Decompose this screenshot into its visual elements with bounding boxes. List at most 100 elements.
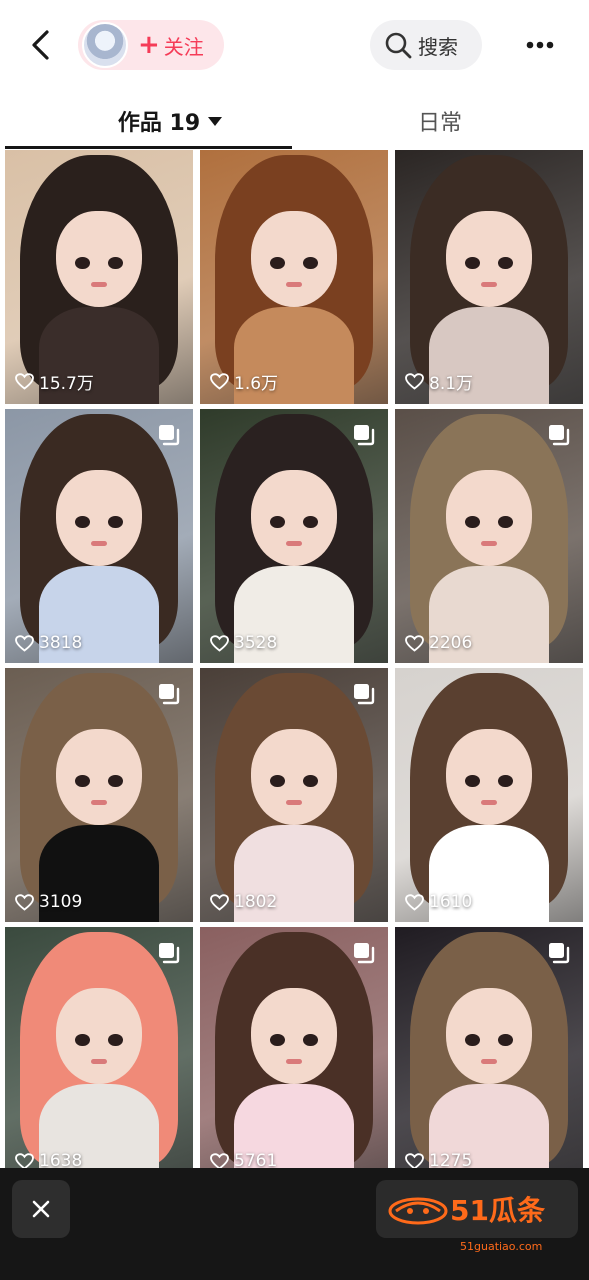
plus-icon: +: [138, 30, 160, 60]
tile-subject-face: [55, 987, 143, 1085]
search-icon: [385, 32, 412, 59]
tile-eye: [464, 256, 480, 270]
bottom-bar: 51瓜条 51guatiao.com: [0, 1168, 589, 1280]
video-tile[interactable]: 3818: [5, 409, 193, 663]
heart-icon: [210, 893, 229, 911]
tile-subject-face: [250, 728, 338, 826]
video-tile[interactable]: 3109: [5, 668, 193, 922]
tab-works[interactable]: 作品 19: [60, 92, 280, 150]
like-count-value: 1.6万: [234, 374, 279, 394]
like-count-value: 15.7万: [39, 374, 94, 394]
tile-mouth: [481, 1059, 497, 1065]
like-count: 3818: [15, 633, 82, 653]
tile-mouth: [286, 800, 302, 806]
tile-mouth: [286, 1059, 302, 1065]
like-count: 2206: [405, 633, 472, 653]
like-count: 3528: [210, 633, 277, 653]
video-tile[interactable]: 1638: [5, 927, 193, 1181]
tile-eye: [464, 1033, 480, 1047]
heart-icon: [210, 634, 229, 652]
heart-icon: [15, 373, 34, 390]
tab-bar: 作品 19 日常: [0, 92, 589, 150]
tile-eye: [269, 774, 285, 788]
heart-icon: [405, 893, 424, 911]
close-icon: [32, 1200, 50, 1218]
like-count: 1.6万: [210, 369, 278, 394]
video-tile[interactable]: 8.1万: [395, 150, 583, 404]
tile-subject-face: [445, 987, 533, 1085]
search-label: 搜索: [418, 34, 458, 59]
tile-mouth: [286, 541, 302, 547]
follow-button[interactable]: + 关注: [78, 20, 224, 70]
tab-daily[interactable]: 日常: [330, 92, 550, 150]
top-bar: + 关注 搜索: [0, 0, 589, 92]
heart-icon: [210, 1152, 229, 1170]
more-dots-icon: [526, 41, 554, 49]
tile-mouth: [91, 541, 107, 547]
like-count-value: 2206: [429, 633, 473, 653]
video-tile[interactable]: 1.6万: [200, 150, 388, 404]
like-count-value: 8.1万: [429, 374, 474, 394]
tile-subject-face: [250, 469, 338, 567]
video-tile[interactable]: 3528: [200, 409, 388, 663]
close-button[interactable]: [12, 1180, 70, 1238]
brand-text: 51瓜条: [450, 1194, 545, 1227]
tile-subject-face: [445, 728, 533, 826]
multi-image-icon: [354, 943, 375, 964]
tile-eye: [464, 774, 480, 788]
multi-image-icon: [354, 684, 375, 705]
tile-subject-face: [55, 469, 143, 567]
tile-mouth: [286, 282, 302, 288]
heart-icon: [405, 1152, 424, 1170]
tile-mouth: [481, 541, 497, 547]
tab-daily-label: 日常: [417, 111, 462, 136]
tile-mouth: [91, 282, 107, 288]
tile-subject-face: [250, 210, 338, 308]
tile-subject-face: [55, 728, 143, 826]
like-count-value: 1802: [234, 892, 278, 912]
multi-image-icon: [549, 943, 570, 964]
like-count: 1610: [405, 892, 472, 912]
heart-icon: [15, 893, 34, 911]
like-count-value: 1610: [429, 892, 473, 912]
tile-eye: [269, 1033, 285, 1047]
tile-subject-face: [445, 210, 533, 308]
like-count: 1802: [210, 892, 277, 912]
heart-icon: [405, 634, 424, 652]
brand-url: 51guatiao.com: [460, 1240, 543, 1253]
tile-eye: [74, 256, 90, 270]
like-count: 3109: [15, 892, 82, 912]
tile-subject-face: [445, 469, 533, 567]
brand-logo-icon: [388, 1197, 448, 1225]
like-count-value: 3818: [39, 633, 83, 653]
tile-mouth: [91, 1059, 107, 1065]
avatar[interactable]: [82, 22, 128, 68]
video-tile[interactable]: 2206: [395, 409, 583, 663]
multi-image-icon: [159, 425, 180, 446]
more-button[interactable]: [512, 24, 568, 66]
tile-mouth: [481, 282, 497, 288]
back-button[interactable]: [22, 22, 58, 68]
multi-image-icon: [354, 425, 375, 446]
like-count: 15.7万: [15, 369, 94, 394]
tile-eye: [74, 774, 90, 788]
tile-subject-face: [250, 987, 338, 1085]
video-tile[interactable]: 15.7万: [5, 150, 193, 404]
tile-subject-face: [55, 210, 143, 308]
tile-mouth: [91, 800, 107, 806]
multi-image-icon: [549, 425, 570, 446]
brand-watermark: 51瓜条: [376, 1180, 578, 1238]
video-tile[interactable]: 1275: [395, 927, 583, 1181]
search-button[interactable]: 搜索: [370, 20, 482, 70]
caret-down-icon: [208, 116, 223, 126]
video-tile[interactable]: 5761: [200, 927, 388, 1181]
tile-eye: [74, 515, 90, 529]
multi-image-icon: [159, 684, 180, 705]
tile-mouth: [481, 800, 497, 806]
tab-works-label: 作品 19: [117, 111, 201, 136]
tab-indicator: [5, 146, 292, 149]
tile-eye: [464, 515, 480, 529]
video-tile[interactable]: 1802: [200, 668, 388, 922]
like-count: 8.1万: [405, 369, 473, 394]
video-tile[interactable]: 1610: [395, 668, 583, 922]
